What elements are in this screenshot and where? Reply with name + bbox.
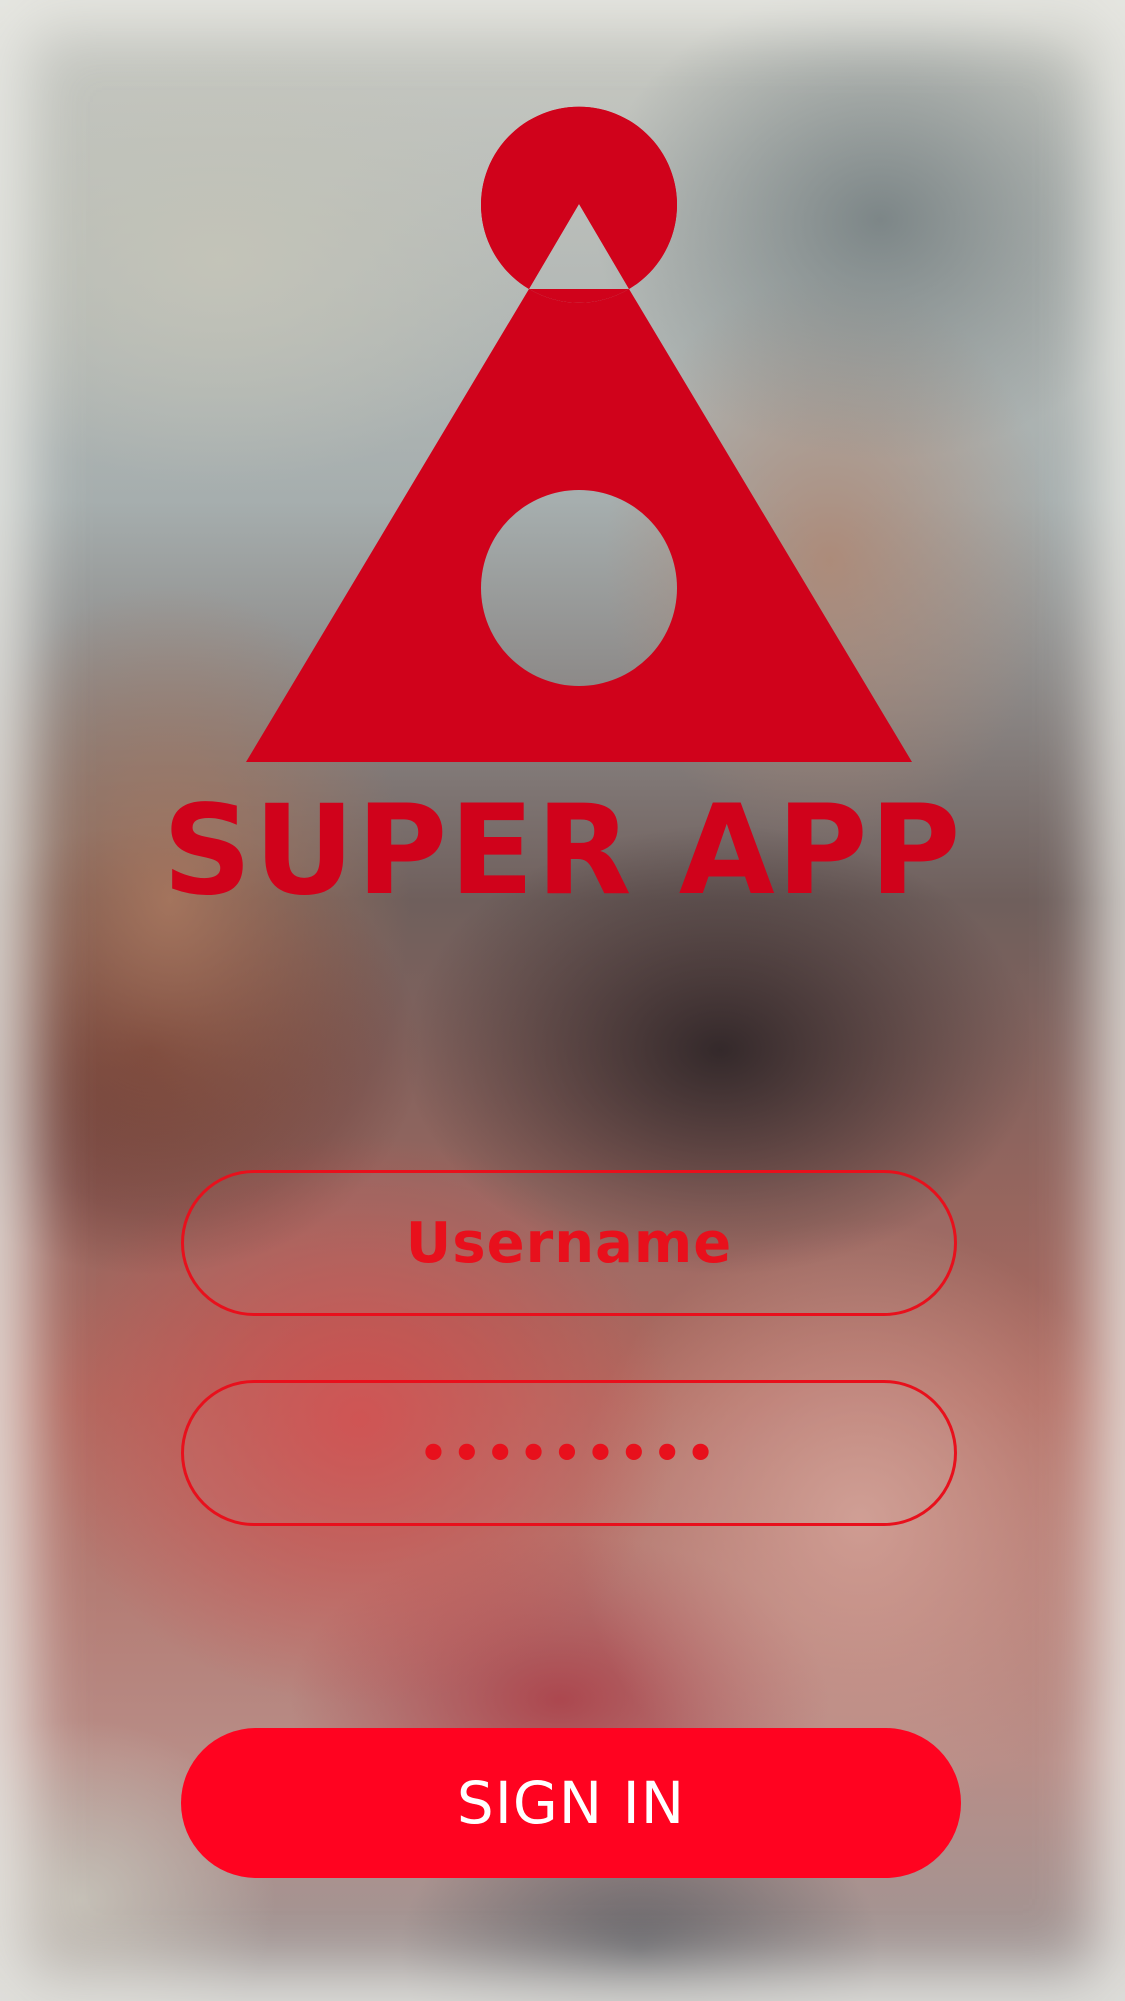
password-field[interactable] bbox=[181, 1380, 957, 1526]
super-app-logo-icon bbox=[246, 106, 912, 762]
sign-in-button[interactable]: SIGN IN bbox=[181, 1728, 961, 1878]
username-field[interactable] bbox=[181, 1170, 957, 1316]
app-name: SUPER APP bbox=[162, 779, 963, 923]
password-input[interactable] bbox=[184, 1383, 954, 1523]
username-input[interactable] bbox=[184, 1173, 954, 1313]
